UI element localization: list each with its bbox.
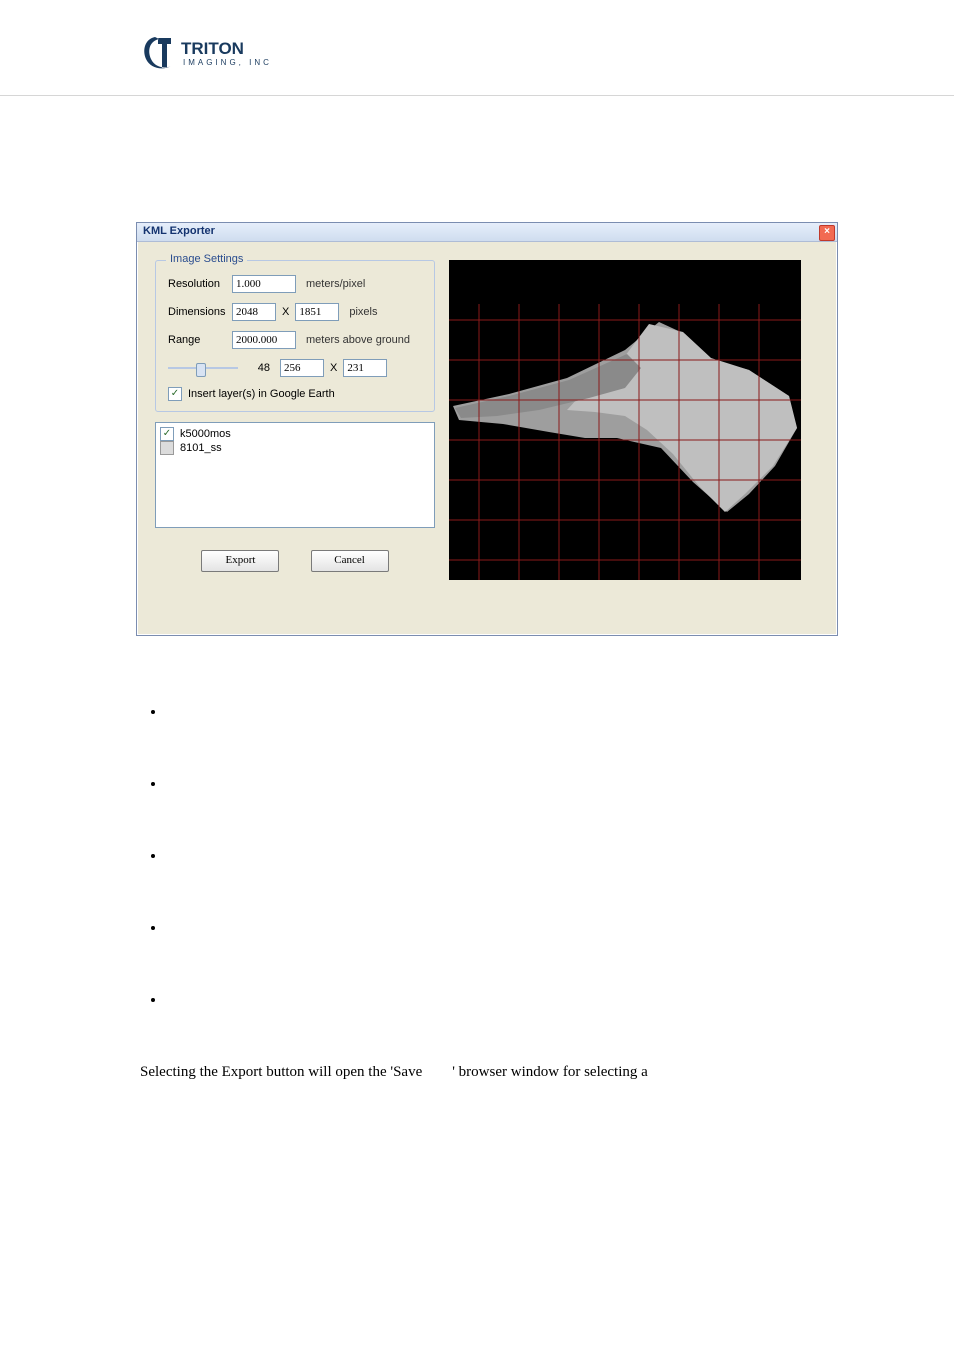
- insert-google-earth-label: Insert layer(s) in Google Earth: [188, 388, 335, 400]
- svg-text:IMAGING, INC: IMAGING, INC: [183, 58, 272, 67]
- dimensions-label: Dimensions: [168, 306, 232, 318]
- tile-height-input[interactable]: [343, 359, 387, 377]
- dimensions-width-input[interactable]: [232, 303, 276, 321]
- image-settings-group: Image Settings Resolution meters/pixel D…: [155, 260, 435, 412]
- slider-value: 48: [248, 362, 270, 374]
- dialog-title: KML Exporter: [143, 225, 215, 237]
- titlebar: KML Exporter ×: [137, 223, 837, 242]
- x-separator: X: [282, 306, 289, 318]
- layer-name: k5000mos: [180, 428, 231, 440]
- dimensions-unit: pixels: [349, 306, 377, 318]
- layer-checkbox[interactable]: [160, 441, 174, 455]
- sentence-part-a: Selecting the Export button will open th…: [140, 1064, 422, 1080]
- cancel-button[interactable]: Cancel: [311, 550, 389, 572]
- tile-slider[interactable]: [168, 361, 238, 375]
- list-item[interactable]: k5000mos: [160, 427, 430, 441]
- triton-logo: TRITON IMAGING, INC: [138, 30, 298, 78]
- export-button[interactable]: Export: [201, 550, 279, 572]
- list-item[interactable]: 8101_ss: [160, 441, 430, 455]
- dimensions-height-input[interactable]: [295, 303, 339, 321]
- resolution-label: Resolution: [168, 278, 232, 290]
- x-separator-2: X: [330, 362, 337, 374]
- resolution-input[interactable]: [232, 275, 296, 293]
- close-icon[interactable]: ×: [819, 225, 835, 241]
- tile-width-input[interactable]: [280, 359, 324, 377]
- sentence-part-b: ' browser window for selecting a: [452, 1064, 648, 1080]
- layer-name: 8101_ss: [180, 442, 222, 454]
- range-label: Range: [168, 334, 232, 346]
- group-legend: Image Settings: [166, 253, 247, 265]
- svg-text:TRITON: TRITON: [181, 39, 244, 58]
- layer-list: k5000mos 8101_ss: [155, 422, 435, 528]
- layer-checkbox[interactable]: [160, 427, 174, 441]
- body-text: Selecting the Export button will open th…: [140, 700, 840, 1099]
- kml-exporter-dialog: KML Exporter × Image Settings Resolution…: [136, 222, 838, 636]
- range-unit: meters above ground: [306, 334, 410, 346]
- range-input[interactable]: [232, 331, 296, 349]
- insert-google-earth-checkbox[interactable]: [168, 387, 182, 401]
- preview-panel: [449, 260, 801, 580]
- resolution-unit: meters/pixel: [306, 278, 365, 290]
